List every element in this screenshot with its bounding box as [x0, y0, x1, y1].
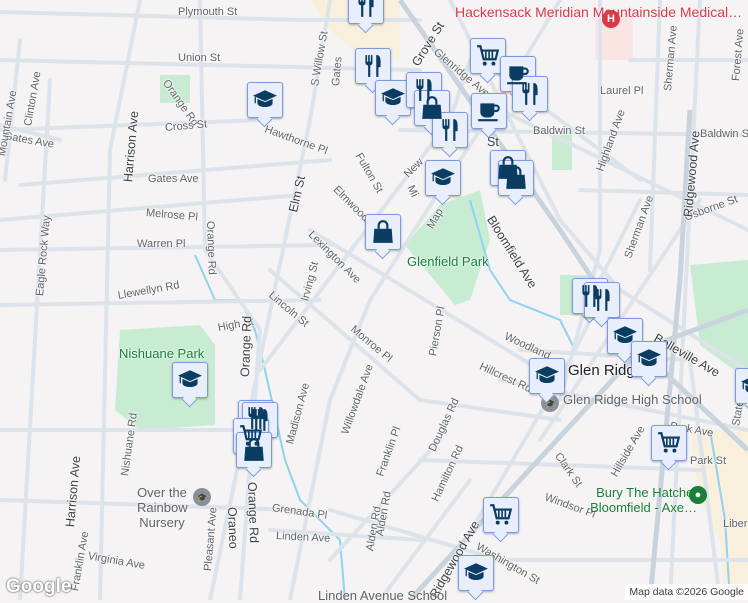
- grocery-marker[interactable]: [470, 38, 506, 74]
- restaurant-marker[interactable]: [355, 48, 391, 84]
- hospital-icon[interactable]: H: [602, 10, 620, 28]
- restaurant-icon: [358, 0, 374, 17]
- school-icon: [535, 366, 559, 384]
- school-marker[interactable]: [458, 555, 494, 591]
- school-icon: [253, 90, 277, 108]
- restaurant-icon: [594, 289, 610, 311]
- shopping-icon: [244, 438, 264, 461]
- street-label: Union St: [178, 52, 221, 64]
- map-attribution[interactable]: Map data ©2026 Google: [625, 584, 748, 600]
- restaurant-icon: [365, 55, 381, 77]
- street-label: Park St: [690, 455, 727, 467]
- school-marker[interactable]: [425, 160, 461, 196]
- nursery-label[interactable]: Over the Rainbow Nursery: [137, 485, 188, 530]
- street-label: Warren Pl: [137, 238, 186, 250]
- grocery-icon: [658, 432, 681, 453]
- school-marker[interactable]: [375, 80, 411, 116]
- school-icon: [741, 378, 748, 393]
- store-label[interactable]: Bury The Hatchet Bloomfield - Axe…: [577, 485, 697, 515]
- shopping-icon: [506, 166, 526, 189]
- shopping-marker[interactable]: [498, 160, 534, 196]
- street-label: Baldwin St: [700, 128, 748, 140]
- street-label: Liber: [723, 518, 748, 530]
- restaurant-icon: [442, 119, 458, 141]
- grocery-icon: [490, 504, 513, 525]
- school-icon: [178, 370, 202, 388]
- street-label: Baldwin St: [533, 125, 585, 137]
- shopping-icon: [373, 220, 393, 243]
- street-label: Orange Rd: [245, 481, 262, 544]
- hospital-label[interactable]: Hackensack Meridian Mountainside Medical…: [455, 5, 742, 20]
- nursery-pin-icon[interactable]: 🎓: [193, 488, 211, 506]
- store-pin-icon[interactable]: ●: [689, 486, 707, 504]
- restaurant-marker[interactable]: [584, 282, 620, 318]
- restaurant-marker[interactable]: [348, 0, 384, 24]
- glenfield-park-area: [405, 190, 490, 305]
- school-icon: [431, 168, 455, 186]
- school-icon: [464, 563, 488, 581]
- linden-school-label[interactable]: Linden Avenue School: [318, 588, 447, 603]
- street-label: Orange Rd: [238, 315, 255, 378]
- school-marker[interactable]: [631, 341, 667, 377]
- school-icon: [637, 349, 661, 367]
- shopping-marker[interactable]: [236, 432, 272, 468]
- cafe-icon: [478, 103, 500, 122]
- grocery-icon: [477, 45, 500, 66]
- street-label: Plymouth St: [178, 6, 238, 18]
- school-marker[interactable]: [172, 362, 208, 398]
- street-label: Oraneo: [225, 506, 241, 549]
- restaurant-marker[interactable]: [512, 76, 548, 112]
- grocery-marker[interactable]: [483, 497, 519, 533]
- shopping-marker[interactable]: [365, 214, 401, 250]
- school-marker[interactable]: [247, 82, 283, 118]
- school-marker[interactable]: [529, 358, 565, 394]
- grocery-marker[interactable]: [651, 425, 687, 461]
- street-label: Gates Ave: [148, 173, 199, 185]
- street-label: Laurel Pl: [600, 85, 644, 97]
- school-icon: [613, 326, 637, 344]
- restaurant-marker[interactable]: [432, 112, 468, 148]
- school-icon: [381, 88, 405, 106]
- cafe-marker[interactable]: [471, 93, 507, 129]
- street-label: Orange Rd: [204, 220, 218, 275]
- park-label[interactable]: Nishuane Park: [119, 346, 204, 361]
- school-label[interactable]: Glen Ridge High School: [563, 392, 702, 407]
- school-marker[interactable]: [735, 368, 748, 404]
- park-label[interactable]: Glenfield Park: [407, 254, 489, 269]
- google-logo: Google: [6, 576, 72, 597]
- restaurant-icon: [522, 83, 538, 105]
- street-label: Gates: [330, 56, 345, 87]
